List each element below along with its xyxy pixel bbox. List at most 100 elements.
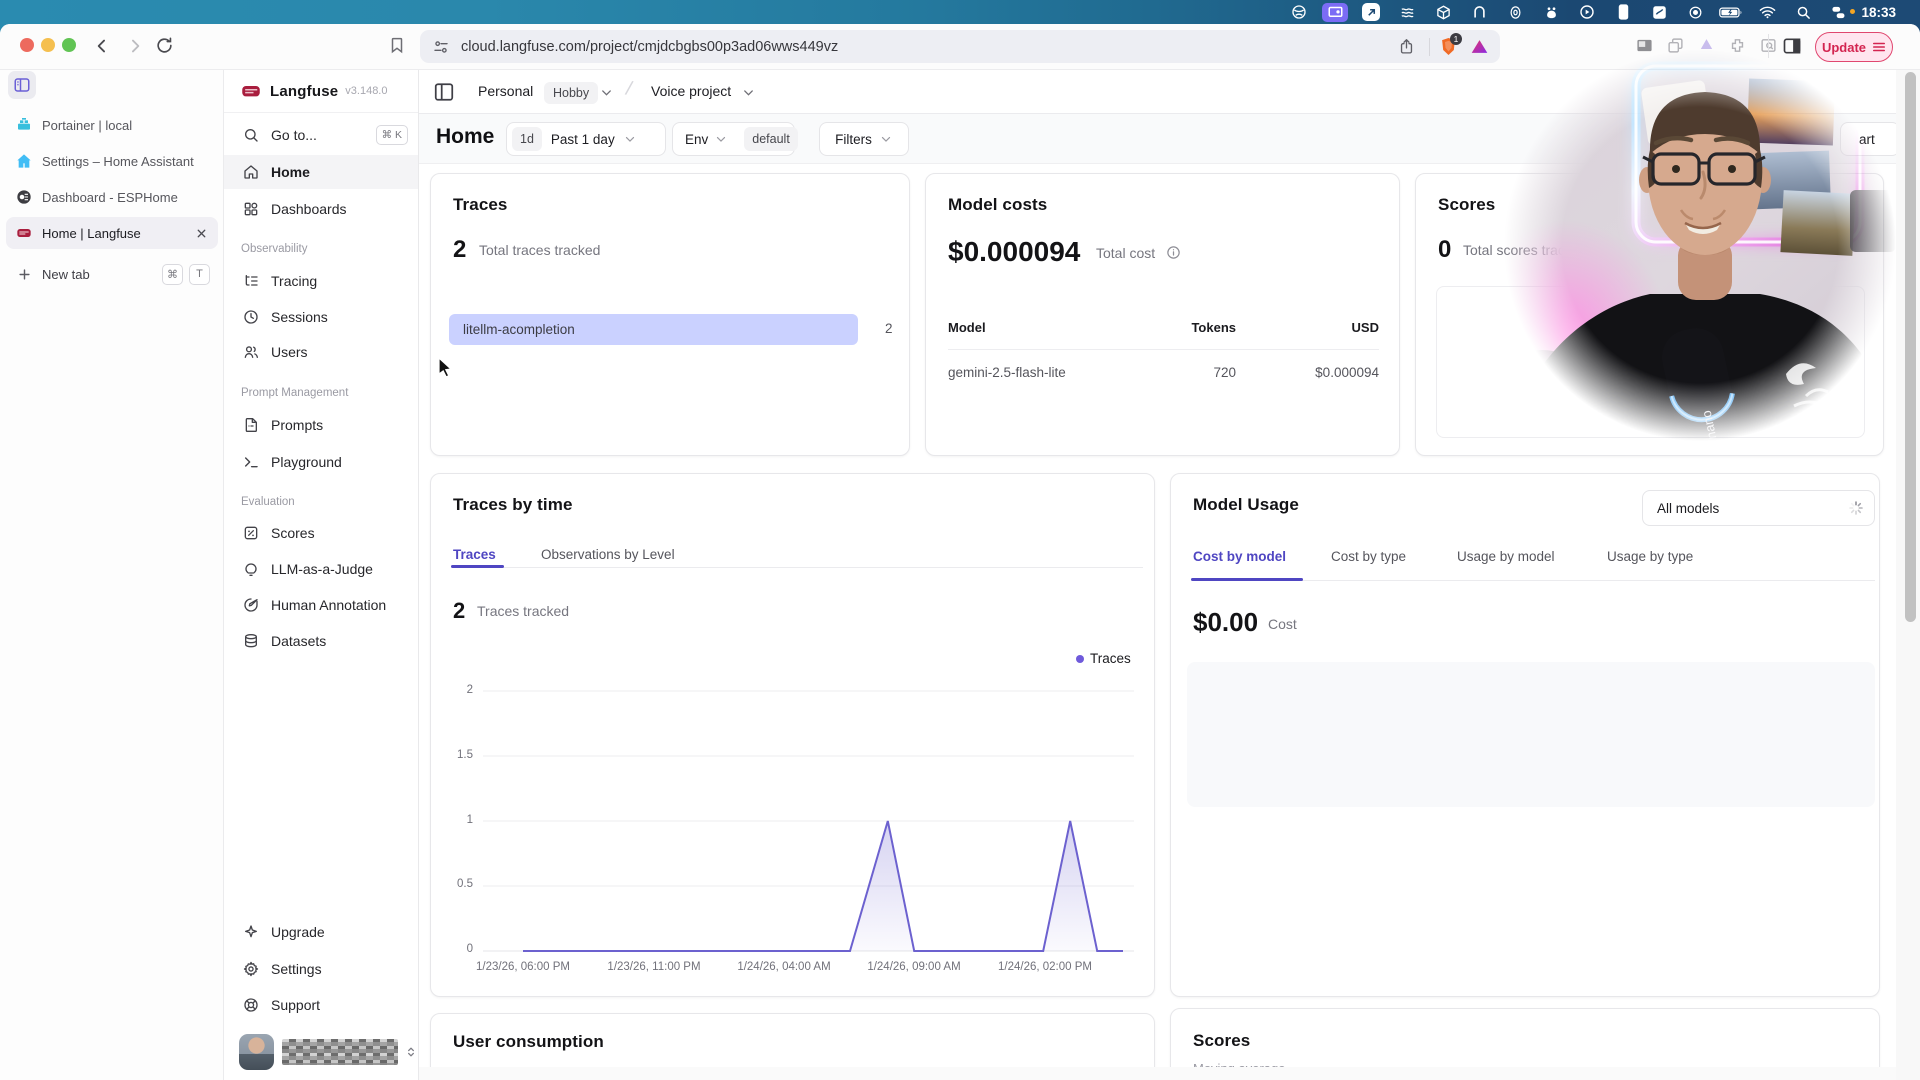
sidebar-item-dashboards[interactable]: Dashboards (224, 192, 418, 226)
screen-share-status-icon[interactable] (1317, 0, 1353, 24)
sparkle-icon (243, 924, 259, 940)
ytick-2: 2 (441, 684, 473, 696)
browser-sidebar-panel-icon[interactable] (8, 71, 36, 99)
macos-menu-bar: 18:33 (0, 0, 1920, 24)
wifi-status-icon[interactable] (1749, 0, 1785, 24)
col-usd: USD (1299, 320, 1379, 335)
row-usd: $0.000094 (1299, 365, 1379, 380)
sidebar-item-label: Upgrade (271, 924, 325, 940)
close-tab-icon[interactable] (195, 227, 208, 240)
traces-card-title: Traces (453, 195, 507, 215)
model-selector-value: All models (1657, 501, 1719, 516)
browser-tab-home-assistant[interactable]: Settings – Home Assistant (6, 145, 218, 177)
back-button[interactable] (92, 36, 112, 61)
clock-icon (243, 309, 259, 325)
sidebar-item-playground[interactable]: Playground (224, 445, 418, 479)
sidebar-item-datasets[interactable]: Datasets (224, 624, 418, 658)
sidebar-item-prompts[interactable]: Prompts (224, 408, 418, 442)
goto-shortcut: ⌘ K (376, 125, 408, 145)
trace-name-bar[interactable]: litellm-acompletion (449, 314, 858, 345)
sidebar-item-users[interactable]: Users (224, 335, 418, 369)
xtick-2: 1/23/26, 11:00 PM (584, 961, 724, 973)
total-cost-label: Total cost (1096, 245, 1155, 261)
filters-button[interactable]: Filters (819, 122, 909, 156)
site-settings-icon[interactable] (433, 39, 449, 55)
user-account-row[interactable] (224, 1027, 418, 1077)
user-consumption-title: User consumption (453, 1032, 604, 1052)
org-chevron-icon[interactable] (599, 85, 614, 105)
scores-bottom-title: Scores (1193, 1031, 1250, 1051)
env-filter-control[interactable]: Env default (672, 122, 795, 156)
sidebar-item-support[interactable]: Support (224, 988, 418, 1022)
bookmark-icon[interactable] (388, 36, 406, 59)
share-icon[interactable] (1398, 38, 1415, 55)
goto-search[interactable]: Go to... ⌘ K (224, 118, 418, 152)
record-status-icon[interactable] (1677, 0, 1713, 24)
shortcut-arrow-icon[interactable] (1353, 0, 1389, 24)
tab-usage-by-type[interactable]: Usage by type (1607, 549, 1693, 564)
phone-status-icon[interactable] (1605, 0, 1641, 24)
sidebar-item-scores[interactable]: Scores (224, 516, 418, 550)
xtick-3: 1/24/26, 04:00 AM (714, 961, 854, 973)
browser-assist-icon[interactable] (1281, 0, 1317, 24)
window-close-button[interactable] (20, 38, 34, 52)
sidebar-item-human-annotation[interactable]: Human Annotation (224, 588, 418, 622)
browser-tab-langfuse[interactable]: Home | Langfuse (6, 217, 218, 249)
pet-status-icon[interactable] (1533, 0, 1569, 24)
sidebar-item-label: Datasets (271, 633, 326, 649)
play-status-icon[interactable] (1569, 0, 1605, 24)
app-version: v3.148.0 (345, 85, 387, 97)
browser-tab-esphome[interactable]: Dashboard - ESPHome (6, 181, 218, 213)
sidebar-item-settings[interactable]: Settings (224, 952, 418, 986)
info-icon[interactable] (1166, 245, 1181, 265)
tab-cost-by-model[interactable]: Cost by model (1193, 549, 1286, 564)
brand-name: Langfuse (270, 83, 338, 100)
date-range-control[interactable]: 1d Past 1 day (506, 122, 666, 156)
window-minimize-button[interactable] (41, 38, 55, 52)
langfuse-brand[interactable]: Langfuse v3.148.0 (224, 70, 418, 113)
magnet-status-icon[interactable] (1461, 0, 1497, 24)
battery-status-icon[interactable] (1713, 0, 1749, 24)
xtick-1: 1/23/26, 06:00 PM (453, 961, 593, 973)
env-label: Env (685, 132, 708, 147)
browser-tab-portainer[interactable]: Portainer | local (6, 109, 218, 141)
forward-button[interactable] (125, 36, 145, 61)
reload-button[interactable] (155, 36, 174, 60)
new-tab-button[interactable]: New tab ⌘ T (6, 258, 218, 290)
tab-usage-by-model[interactable]: Usage by model (1457, 549, 1555, 564)
env-chevron-icon (714, 132, 728, 146)
sidebar-item-label: Dashboards (271, 201, 347, 217)
filters-label: Filters (835, 132, 872, 147)
sidebar-item-home[interactable]: Home (224, 155, 418, 189)
box-status-icon[interactable] (1425, 0, 1461, 24)
model-usage-title: Model Usage (1193, 495, 1299, 515)
waves-status-icon[interactable] (1389, 0, 1425, 24)
sidebar-item-upgrade[interactable]: Upgrade (224, 915, 418, 949)
traces-card: Traces 2 Total traces tracked litellm-ac… (430, 173, 910, 456)
sidebar-item-label: Support (271, 997, 320, 1013)
annotation-icon (243, 597, 259, 613)
target-status-icon[interactable] (1497, 0, 1533, 24)
project-chevron-icon[interactable] (741, 85, 756, 105)
chevrons-up-down-icon (404, 1045, 418, 1059)
breadcrumb-org[interactable]: Personal (478, 83, 533, 99)
sidebar-item-tracing[interactable]: Tracing (224, 264, 418, 298)
avatar (239, 1034, 274, 1070)
esphome-favicon (16, 189, 32, 205)
sidebar-item-llm-judge[interactable]: LLM-as-a-Judge (224, 552, 418, 586)
tab-cost-by-type[interactable]: Cost by type (1331, 549, 1406, 564)
fast-user-switch-icon[interactable] (1821, 0, 1857, 24)
model-selector[interactable]: All models (1642, 490, 1875, 526)
menu-bar-clock[interactable]: 18:33 (1861, 5, 1896, 20)
panel-collapse-icon[interactable] (433, 81, 455, 108)
breadcrumb-project[interactable]: Voice project (651, 83, 731, 99)
sidebar-item-sessions[interactable]: Sessions (224, 300, 418, 334)
window-zoom-button[interactable] (62, 38, 76, 52)
lightbulb-icon (243, 561, 259, 577)
bottom-strip (419, 1067, 1896, 1080)
address-bar[interactable]: cloud.langfuse.com/project/cmjdcbgbs00p3… (420, 30, 1500, 63)
layers-status-icon[interactable] (1641, 0, 1677, 24)
url-text[interactable]: cloud.langfuse.com/project/cmjdcbgbs00p3… (461, 39, 838, 55)
plan-badge: Hobby (544, 82, 598, 104)
spotlight-search-icon[interactable] (1785, 0, 1821, 24)
